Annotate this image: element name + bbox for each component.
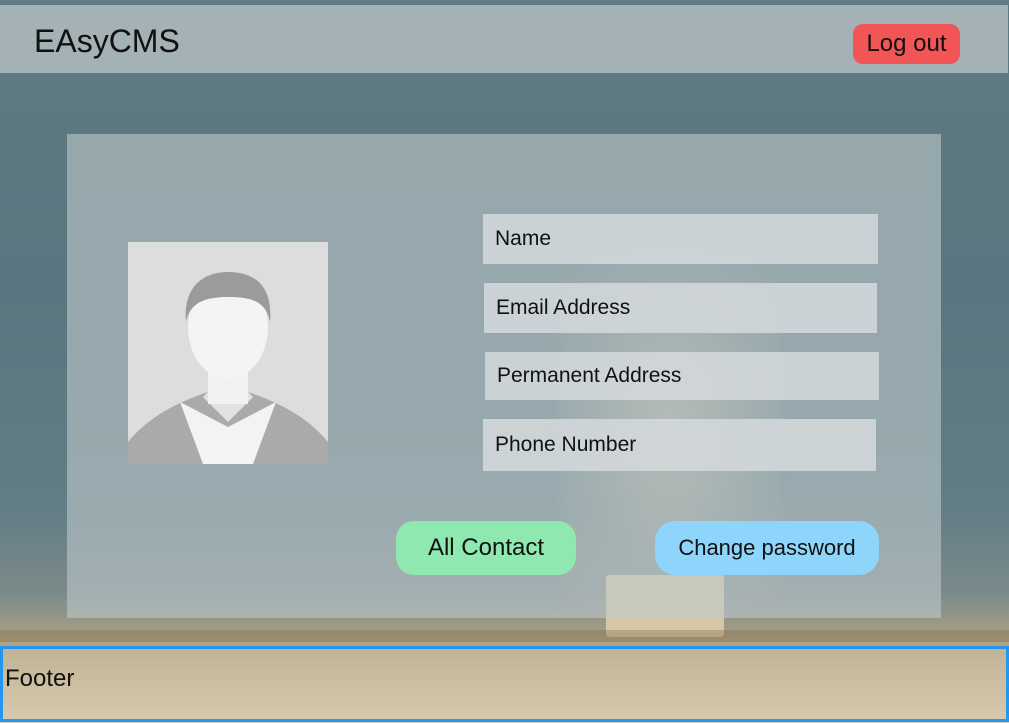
user-silhouette-icon: [128, 242, 328, 464]
phone-number-field[interactable]: Phone Number: [483, 419, 876, 471]
avatar: [128, 242, 328, 464]
permanent-address-field[interactable]: Permanent Address: [485, 352, 879, 400]
brand-title: EAsyCMS: [34, 23, 180, 59]
all-contact-button[interactable]: All Contact: [396, 521, 576, 575]
footer-label: Footer: [5, 665, 75, 692]
change-password-button[interactable]: Change password: [655, 521, 879, 575]
email-field[interactable]: Email Address: [484, 283, 877, 333]
name-field[interactable]: Name: [483, 214, 878, 264]
logout-button[interactable]: Log out: [853, 24, 960, 64]
table-edge: [0, 630, 1009, 642]
top-header: EAsyCMS Log out: [0, 5, 1008, 73]
footer: Footer: [0, 646, 1009, 722]
